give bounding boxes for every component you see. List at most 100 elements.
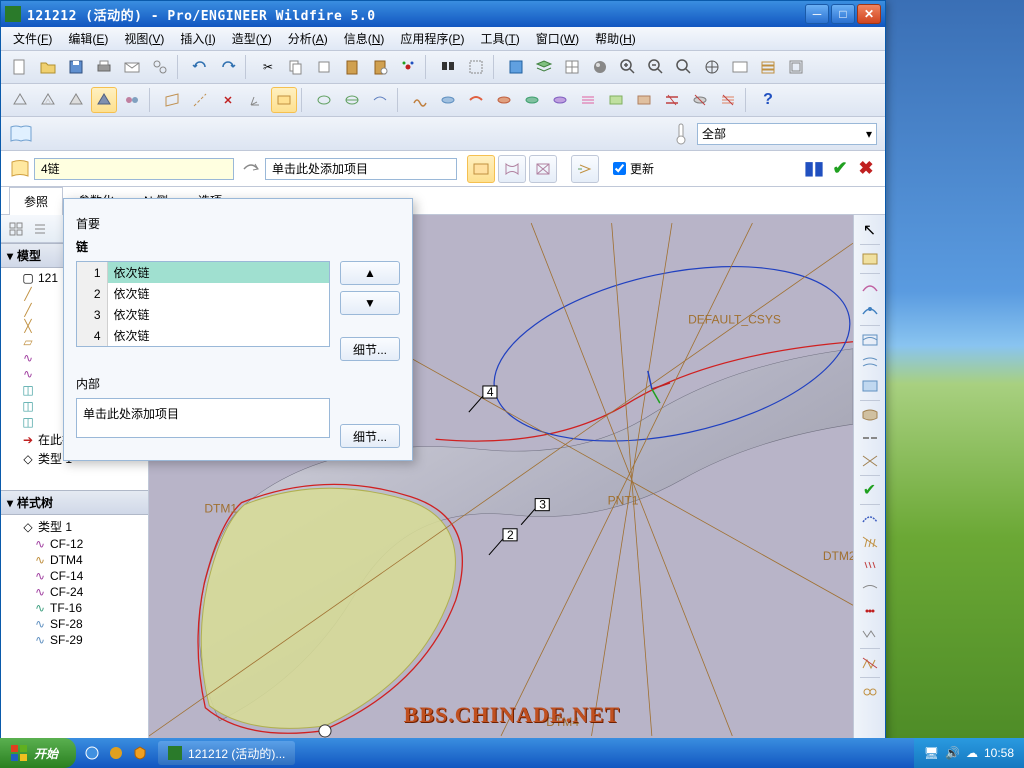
update-checkbox[interactable] — [613, 162, 626, 175]
boundary-option-3[interactable] — [529, 155, 557, 183]
redo-icon[interactable] — [215, 54, 241, 80]
datum-point-icon[interactable] — [215, 87, 241, 113]
hidden-line-icon[interactable] — [35, 87, 61, 113]
menu-f[interactable]: 文件(F) — [5, 27, 60, 50]
close-button[interactable]: ✕ — [857, 4, 881, 24]
no-hidden-icon[interactable] — [63, 87, 89, 113]
email-icon[interactable] — [119, 54, 145, 80]
surf-icon-10[interactable] — [659, 87, 685, 113]
start-button[interactable]: 开始 — [0, 738, 76, 768]
find-icon[interactable] — [435, 54, 461, 80]
style-tree-item[interactable]: ∿SF-29 — [1, 632, 148, 648]
open-file-icon[interactable] — [35, 54, 61, 80]
undo-icon[interactable] — [187, 54, 213, 80]
surf-icon-8[interactable] — [603, 87, 629, 113]
view1-icon[interactable] — [503, 54, 529, 80]
move-up-button[interactable]: ▲ — [340, 261, 400, 285]
paste-icon[interactable] — [339, 54, 365, 80]
style-ok-icon[interactable]: ✔ — [857, 479, 883, 501]
menu-i[interactable]: 插入(I) — [172, 27, 223, 50]
taskbar-app-button[interactable]: 121212 (活动的)... — [158, 741, 295, 765]
internal-section-button[interactable] — [571, 155, 599, 183]
chain-row[interactable]: 4依次链 — [77, 325, 329, 346]
wireframe-icon[interactable] — [7, 87, 33, 113]
knots-icon[interactable] — [857, 554, 883, 576]
zoom-in-icon[interactable] — [615, 54, 641, 80]
help-icon[interactable]: ? — [755, 87, 781, 113]
sections-icon[interactable] — [857, 531, 883, 553]
menu-w[interactable]: 窗口(W) — [528, 27, 587, 50]
chain-row[interactable]: 2依次链 — [77, 283, 329, 304]
surface-trim-icon[interactable] — [857, 450, 883, 472]
style-plane-icon[interactable] — [857, 248, 883, 270]
csys-icon[interactable] — [243, 87, 269, 113]
style-tree-item[interactable]: ∿TF-16 — [1, 600, 148, 616]
move-down-button[interactable]: ▼ — [340, 291, 400, 315]
reorient-icon[interactable] — [699, 54, 725, 80]
style-tree-item[interactable]: ∿DTM4 — [1, 552, 148, 568]
chain-row[interactable]: 1依次链 — [77, 262, 329, 283]
ref-collector-field[interactable]: 单击此处添加项目 — [265, 158, 457, 180]
shaded-curvature-icon[interactable] — [857, 623, 883, 645]
menu-a[interactable]: 分析(A) — [280, 27, 336, 50]
tab-0[interactable]: 参照 — [9, 187, 63, 216]
regen-icon[interactable] — [395, 54, 421, 80]
all-off-icon[interactable] — [857, 652, 883, 674]
surface-connect-icon[interactable] — [857, 427, 883, 449]
menu-v[interactable]: 视图(V) — [116, 27, 172, 50]
paste-special-icon[interactable] — [367, 54, 393, 80]
inner-details-button[interactable]: 细节... — [340, 424, 400, 448]
drop-curve-icon[interactable] — [857, 375, 883, 397]
curvature-icon[interactable] — [857, 508, 883, 530]
print-icon[interactable] — [91, 54, 117, 80]
surf-icon-12[interactable] — [715, 87, 741, 113]
style-tree-item[interactable]: ∿SF-28 — [1, 616, 148, 632]
surf-icon-6[interactable] — [547, 87, 573, 113]
surf-icon-11[interactable] — [687, 87, 713, 113]
curve-tool-icon[interactable] — [857, 277, 883, 299]
system-tray[interactable]: 🖥 🔊 ☁ 10:58 — [914, 738, 1024, 768]
appearance-icon[interactable] — [587, 54, 613, 80]
zoom-out-icon[interactable] — [643, 54, 669, 80]
tray-volume-icon[interactable]: 🔊 — [945, 746, 960, 760]
copy-icon[interactable] — [283, 54, 309, 80]
sketch2-icon[interactable] — [339, 87, 365, 113]
selection-filter-dropdown[interactable]: 全部 ▾ — [697, 123, 877, 145]
chain-collector-field[interactable]: 4链 — [34, 158, 234, 180]
sketch3-icon[interactable] — [367, 87, 393, 113]
tree-settings-icon[interactable] — [29, 218, 51, 240]
tray-icon[interactable]: 🖥 — [924, 746, 939, 760]
av-icon[interactable] — [130, 743, 150, 763]
chain-row[interactable]: 3依次链 — [77, 304, 329, 325]
select-arrow-icon[interactable]: ↖ — [857, 219, 883, 241]
surface-tool-icon[interactable] — [857, 404, 883, 426]
layers-icon[interactable] — [531, 54, 557, 80]
cut-icon[interactable]: ✂ — [255, 54, 281, 80]
details-button[interactable]: 细节... — [340, 337, 400, 361]
menu-h[interactable]: 帮助(H) — [587, 27, 644, 50]
shaded-icon[interactable] — [91, 87, 117, 113]
zoom-fit-icon[interactable] — [671, 54, 697, 80]
chain-list[interactable]: 1依次链2依次链3依次链4依次链 — [76, 261, 330, 347]
save-icon[interactable] — [63, 54, 89, 80]
maximize-button[interactable]: □ — [831, 4, 855, 24]
outlook-icon[interactable] — [106, 743, 126, 763]
surf-icon-5[interactable] — [519, 87, 545, 113]
link-icon[interactable] — [147, 54, 173, 80]
surf-icon-3[interactable] — [463, 87, 489, 113]
pause-button[interactable]: ▮▮ — [803, 158, 825, 180]
datum-axis-icon[interactable] — [187, 87, 213, 113]
annotation-icon[interactable] — [271, 87, 297, 113]
surf-icon-7[interactable] — [575, 87, 601, 113]
view-mgr-icon[interactable] — [559, 54, 585, 80]
style-tree-item[interactable]: ∿CF-24 — [1, 584, 148, 600]
reflection-icon[interactable] — [857, 577, 883, 599]
layers2-icon[interactable] — [755, 54, 781, 80]
menu-n[interactable]: 信息(N) — [336, 27, 393, 50]
offset-icon[interactable] — [857, 600, 883, 622]
style-tree-root[interactable]: ◇类型 1 — [1, 517, 148, 536]
offset-curve-icon[interactable] — [857, 352, 883, 374]
boundary-option-1[interactable] — [467, 155, 495, 183]
menu-e[interactable]: 编辑(E) — [60, 27, 116, 50]
tray-net-icon[interactable]: ☁ — [966, 746, 978, 760]
